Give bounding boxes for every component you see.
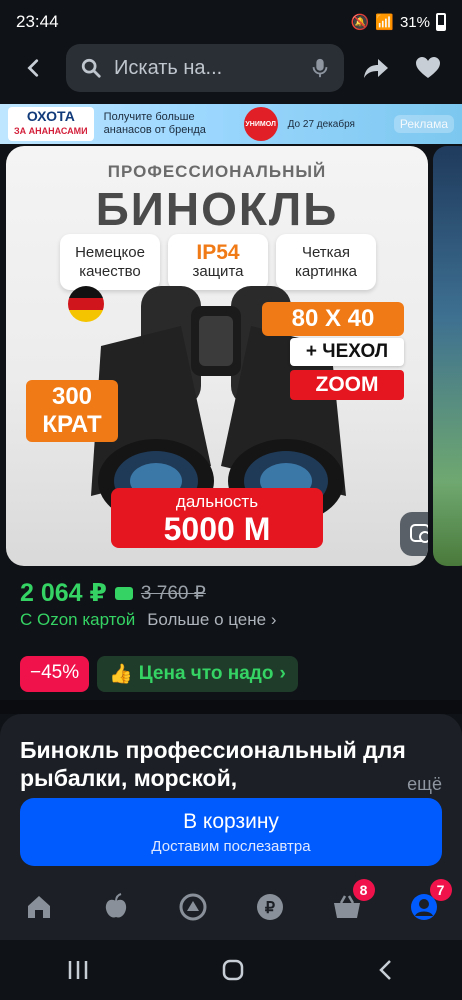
system-icons: 🔕 📶 31% [351, 13, 446, 31]
discount-badge: −45% [20, 656, 90, 692]
svg-text:₽: ₽ [264, 900, 274, 917]
zoom-unit: КРАТ [42, 411, 102, 438]
zoom-value: 300 [51, 383, 93, 410]
ad-label: Реклама [393, 115, 454, 133]
banner-logo: УНИМОЛ [243, 107, 278, 141]
image-subtitle: ПРОФЕССИОНАЛЬНЫЙ [107, 162, 327, 181]
search-icon [81, 58, 101, 78]
status-time: 23:44 [16, 12, 59, 31]
catalog-icon [179, 893, 206, 921]
add-to-cart-label: В корзину [183, 810, 279, 833]
nav-profile[interactable]: 7 [402, 879, 452, 929]
battery-icon [436, 13, 446, 31]
next-image-thumbnail[interactable] [433, 146, 462, 566]
more-about-price-label: Больше о цене [147, 610, 267, 629]
add-to-cart-button[interactable]: В корзину Доставим послезавтра [20, 798, 442, 866]
microphone-icon[interactable] [310, 57, 330, 79]
battery-percent: 31% [399, 13, 430, 31]
search-input[interactable]: Искать на... [114, 57, 298, 80]
good-price-chip[interactable]: 👍 Цена что надо › [97, 656, 298, 692]
chevron-right-icon: › [279, 663, 286, 684]
range-badge: дальность 5000 М [111, 488, 323, 548]
system-navigation-bar [0, 940, 462, 1000]
chevron-left-icon [27, 59, 39, 77]
nav-catalog[interactable] [171, 885, 215, 929]
range-label: дальность [175, 492, 259, 511]
ozon-card-label: С Ozon картой [20, 610, 136, 629]
section-divider [0, 700, 462, 714]
search-bar[interactable]: Искать на... [66, 44, 344, 92]
banner-date: До 27 декабря [287, 118, 355, 130]
wifi-icon: 📶 [375, 14, 394, 31]
nav-fresh[interactable] [94, 885, 138, 929]
spec-zoom-badge: ZOOM [290, 370, 404, 400]
nav-cart[interactable]: 8 [325, 879, 375, 929]
nav-finance[interactable]: ₽ [248, 885, 292, 929]
good-price-label: Цена что надо [138, 663, 274, 684]
current-price: 2 064 ₽ [20, 579, 107, 607]
cart-count-badge: 8 [352, 879, 375, 901]
price-row: 2 064 ₽ 3 760 ₽ [20, 578, 206, 608]
home-button-icon[interactable] [221, 958, 245, 982]
share-icon [364, 59, 388, 78]
ruble-icon: ₽ [256, 894, 283, 920]
product-title: Бинокль профессиональный для рыбалки, мо… [20, 737, 406, 791]
spec-case-badge: + ЧЕХОЛ [290, 338, 404, 366]
old-price: 3 760 ₽ [140, 582, 206, 604]
favorite-button[interactable] [408, 48, 448, 88]
more-about-price-link[interactable]: Больше о цене › [147, 610, 276, 630]
apple-icon [105, 893, 126, 918]
feature-ip54-title: IP54 [196, 241, 240, 264]
camera-search-icon [410, 524, 428, 543]
chevron-right-icon: › [270, 610, 277, 629]
top-nav: Искать на... [0, 44, 462, 92]
ad-banner[interactable]: ОХОТА ЗА АНАНАСАМИ Получите больше анана… [0, 104, 462, 144]
back-nav-icon[interactable] [376, 958, 396, 982]
home-icon [27, 896, 50, 918]
banner-brand-line1: ОХОТА [26, 108, 75, 124]
share-button[interactable] [356, 48, 396, 88]
price-chips: −45% 👍 Цена что надо › [20, 656, 298, 692]
bottom-nav: ₽ 8 7 [0, 874, 462, 940]
thumbs-up-icon: 👍 [109, 664, 133, 685]
range-value: 5000 М [163, 511, 271, 547]
banner-brand: ОХОТА ЗА АНАНАСАМИ [8, 107, 94, 141]
delivery-label: Доставим послезавтра [151, 838, 311, 855]
banner-text: Получите больше ананасов от бренда [103, 111, 206, 136]
zoom-300-badge: 300 КРАТ [26, 380, 118, 442]
nav-home[interactable] [17, 885, 61, 929]
mute-icon: 🔕 [350, 14, 370, 31]
image-search-button[interactable] [400, 512, 428, 556]
ozon-card-row: С Ozon картой Больше о цене › [20, 610, 277, 630]
expand-title-link[interactable]: ещё [407, 774, 442, 795]
profile-count-badge: 7 [429, 879, 452, 901]
image-title: БИНОКЛЬ [95, 183, 339, 235]
spec-size-badge: 80 X 40 [262, 302, 404, 336]
card-icon [114, 586, 133, 600]
back-button[interactable] [14, 48, 54, 88]
product-image-gallery[interactable]: ПРОФЕССИОНАЛЬНЫЙ БИНОКЛЬ Немецкое качест… [6, 146, 428, 566]
status-bar: 23:44 🔕 📶 31% [0, 0, 462, 44]
heart-icon [416, 57, 440, 78]
banner-brand-line2: ЗА АНАНАСАМИ [14, 126, 88, 136]
recent-apps-icon[interactable] [66, 959, 90, 981]
